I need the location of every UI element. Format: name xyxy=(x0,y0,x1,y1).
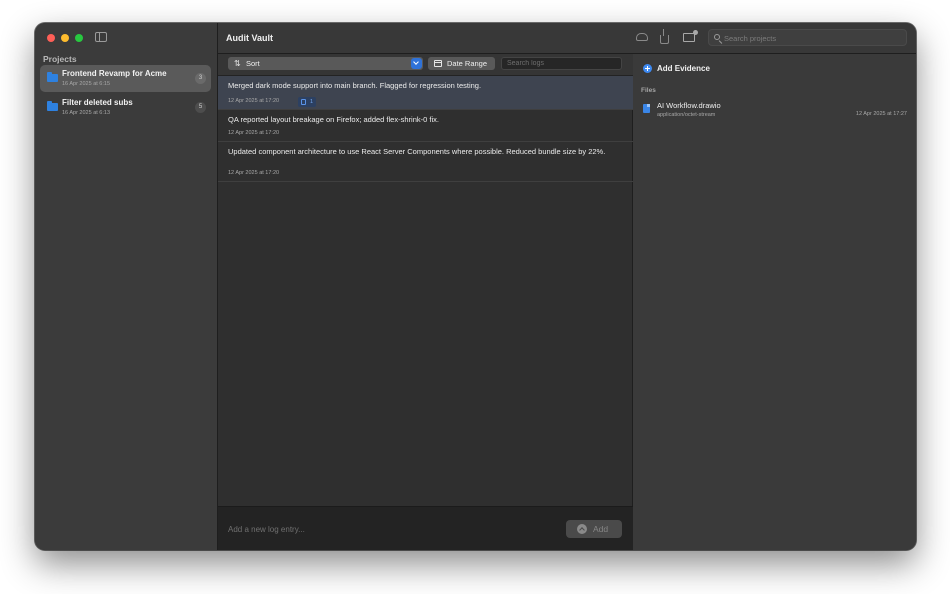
new-log-input[interactable] xyxy=(228,523,548,535)
sort-select[interactable]: ⇅ Sort xyxy=(228,57,423,70)
date-range-label: Date Range xyxy=(447,59,488,68)
calendar-icon xyxy=(434,60,442,67)
logs-panel: Audit Vault ⇅ Sort Date Range Merged dar… xyxy=(218,23,633,550)
project-count-badge: 3 xyxy=(195,73,206,84)
log-text: Updated component architecture to use Re… xyxy=(228,147,606,156)
sidebar: Projects Frontend Revamp for Acme 16 Apr… xyxy=(35,23,218,550)
close-window-button[interactable] xyxy=(47,34,55,42)
plus-icon xyxy=(643,64,652,73)
window-controls xyxy=(47,34,83,42)
project-search-input[interactable] xyxy=(724,32,904,44)
log-date: 12 Apr 2025 at 17:20 xyxy=(228,130,280,136)
project-item-frontend-revamp[interactable]: Frontend Revamp for Acme 16 Apr 2025 at … xyxy=(40,65,211,92)
minimize-window-button[interactable] xyxy=(61,34,69,42)
sort-label: Sort xyxy=(246,59,260,68)
log-text: Merged dark mode support into main branc… xyxy=(228,81,482,90)
folder-icon xyxy=(47,72,58,82)
sort-icon: ⇅ xyxy=(234,59,241,68)
main-header: Audit Vault xyxy=(218,23,633,54)
file-item[interactable]: AI Workflow.drawio application/octet-str… xyxy=(641,99,907,119)
project-count-badge: 5 xyxy=(195,102,206,113)
project-name: Frontend Revamp for Acme xyxy=(62,69,167,78)
add-log-button[interactable]: Add xyxy=(566,520,622,538)
files-section-title: Files xyxy=(641,87,656,94)
chevron-down-icon xyxy=(411,58,422,69)
sidebar-toggle-icon[interactable] xyxy=(95,32,107,42)
attachment-count: 1 xyxy=(310,99,314,105)
add-evidence-label: Add Evidence xyxy=(657,64,710,73)
file-type: application/octet-stream xyxy=(657,112,716,118)
project-name: Filter deleted subs xyxy=(62,98,133,107)
evidence-panel: Add Evidence Files AI Workflow.drawio ap… xyxy=(633,23,916,550)
log-entry[interactable]: QA reported layout breakage on Firefox; … xyxy=(218,110,633,142)
log-composer: Add xyxy=(218,506,633,550)
file-icon xyxy=(643,104,650,113)
document-icon xyxy=(301,99,306,105)
page-title: Audit Vault xyxy=(226,33,273,43)
file-name: AI Workflow.drawio xyxy=(657,101,721,110)
app-window: Projects Frontend Revamp for Acme 16 Apr… xyxy=(35,23,916,550)
attachment-badge[interactable]: 1 xyxy=(298,97,317,107)
search-icon xyxy=(714,34,720,40)
logs-toolbar: ⇅ Sort Date Range xyxy=(218,54,633,76)
projects-section-title: Projects xyxy=(43,54,77,64)
folder-icon xyxy=(47,101,58,111)
project-date: 16 Apr 2025 at 6:13 xyxy=(62,110,111,116)
share-icon[interactable] xyxy=(660,29,669,44)
file-date: 12 Apr 2025 at 17:27 xyxy=(855,111,907,117)
date-range-button[interactable]: Date Range xyxy=(428,57,495,70)
log-entry[interactable]: Merged dark mode support into main branc… xyxy=(218,76,633,110)
log-entry[interactable]: Updated component architecture to use Re… xyxy=(218,142,633,182)
add-button-label: Add xyxy=(593,524,609,534)
archive-icon[interactable] xyxy=(683,30,698,42)
log-date: 12 Apr 2025 at 17:20 xyxy=(228,98,280,104)
right-header xyxy=(633,23,916,54)
log-date: 12 Apr 2025 at 17:20 xyxy=(228,170,280,176)
arrow-up-icon xyxy=(577,524,587,534)
log-text: QA reported layout breakage on Firefox; … xyxy=(228,115,439,124)
log-search-input[interactable] xyxy=(501,57,622,70)
project-search[interactable] xyxy=(708,29,907,46)
zoom-window-button[interactable] xyxy=(75,34,83,42)
project-date: 16 Apr 2025 at 6:15 xyxy=(62,81,111,87)
project-item-filter-deleted-subs[interactable]: Filter deleted subs 16 Apr 2025 at 6:13 … xyxy=(40,94,211,121)
cloud-icon[interactable] xyxy=(636,33,648,41)
